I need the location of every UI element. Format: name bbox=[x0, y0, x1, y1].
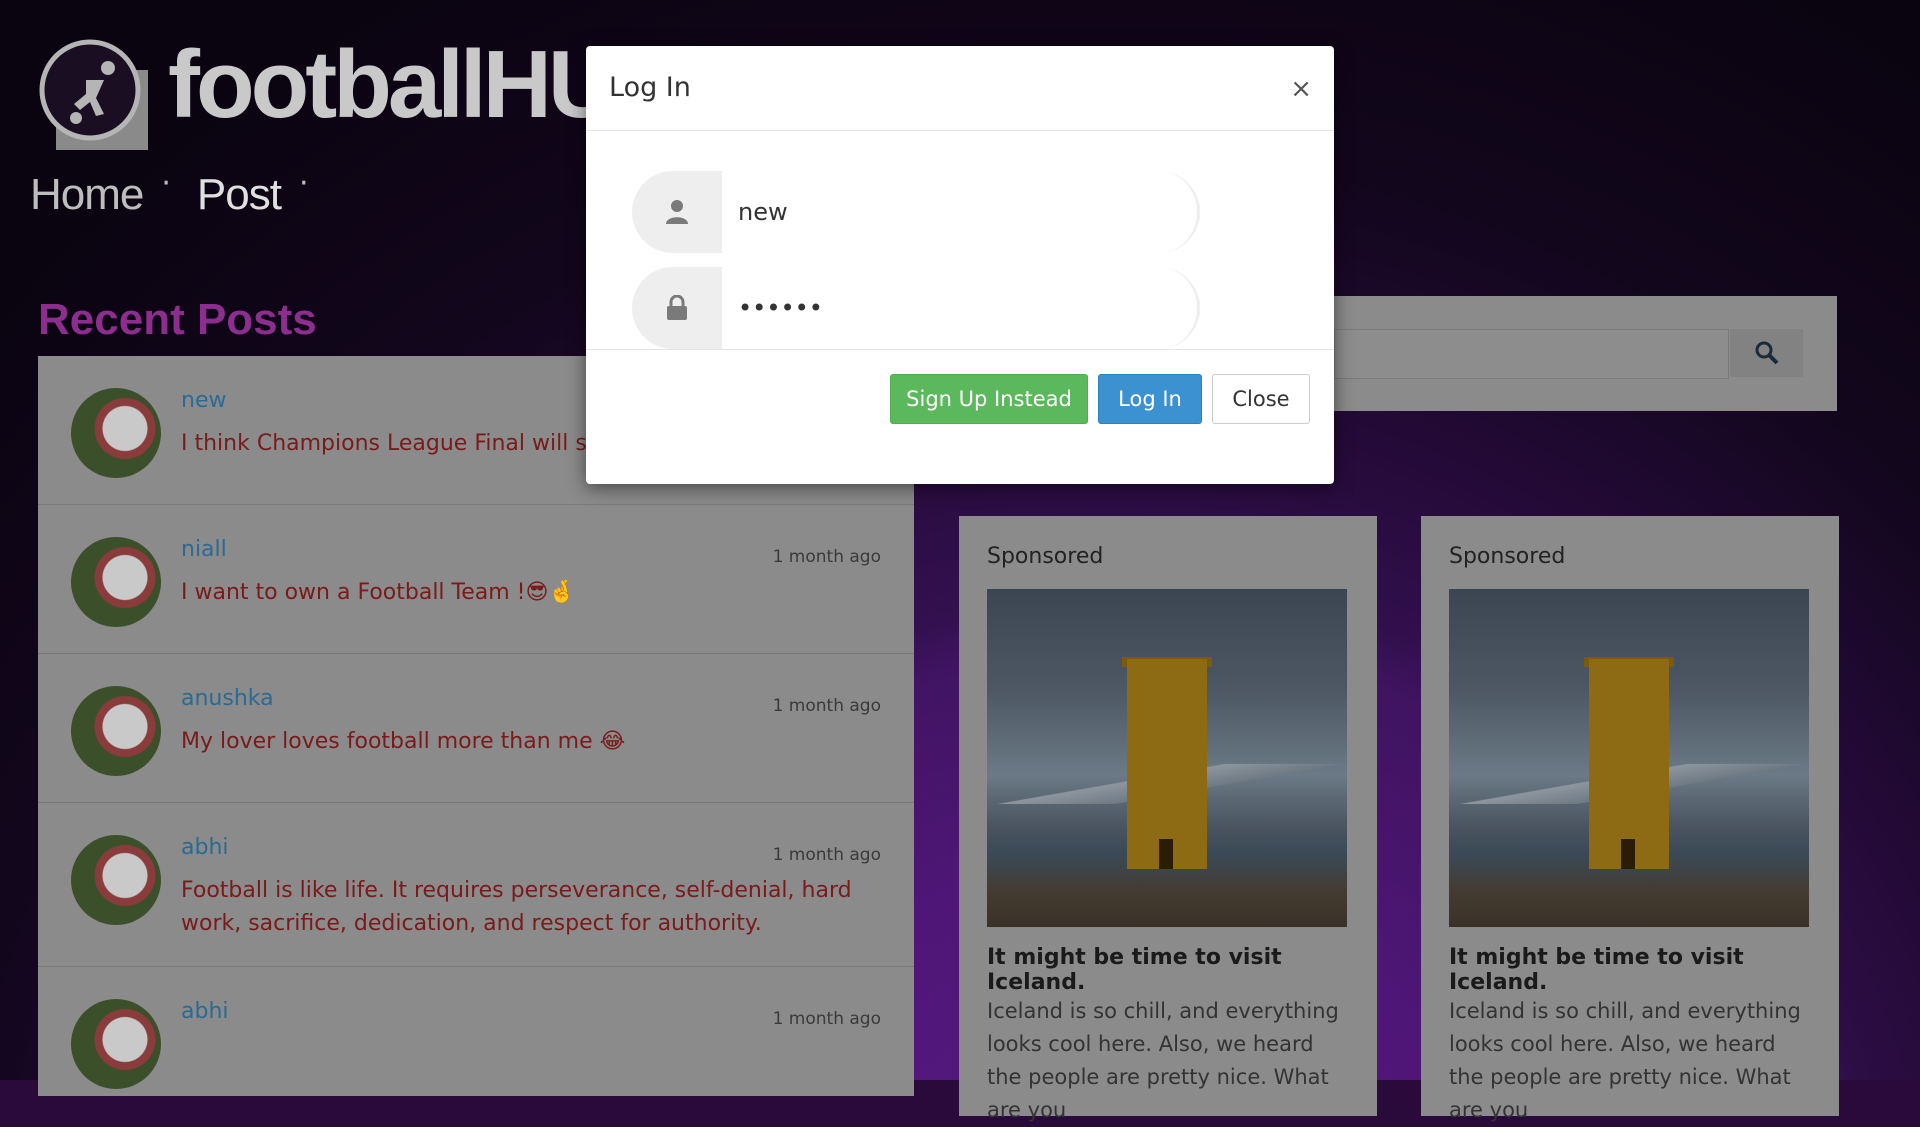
sign-up-button[interactable]: Sign Up Instead bbox=[890, 374, 1088, 424]
ad-description: Iceland is so chill, and everything look… bbox=[1449, 999, 1801, 1122]
post-time: 1 month ago bbox=[772, 696, 881, 716]
sponsored-card[interactable]: Sponsored It might be time to visit Icel… bbox=[959, 516, 1377, 1122]
nav-separator: · bbox=[298, 166, 309, 201]
post-text: I want to own a Football Team !😎🤞 bbox=[181, 580, 576, 605]
modal-title: Log In bbox=[609, 72, 691, 103]
post-text: My lover loves football more than me 😂 bbox=[181, 729, 626, 754]
main-nav: Home · Post · bbox=[30, 166, 335, 220]
nav-separator: · bbox=[161, 166, 171, 201]
login-modal: Log In × Sign Up Instead Log In bbox=[586, 46, 1334, 484]
football-player-icon bbox=[38, 38, 150, 150]
close-button[interactable]: Close bbox=[1212, 374, 1310, 424]
password-field bbox=[632, 267, 1200, 349]
post-time: 1 month ago bbox=[772, 845, 881, 865]
list-item[interactable]: abhi 1 month ago Football is like life. … bbox=[38, 803, 914, 967]
ad-headline: It might be time to visit Iceland. bbox=[1449, 945, 1744, 995]
password-input[interactable] bbox=[722, 267, 1200, 349]
post-time: 1 month ago bbox=[772, 547, 881, 567]
username-input[interactable] bbox=[722, 171, 1200, 253]
post-time: 1 month ago bbox=[772, 1009, 881, 1029]
ad-image[interactable] bbox=[987, 589, 1347, 927]
avatar bbox=[71, 999, 161, 1089]
search-input[interactable] bbox=[1334, 329, 1729, 379]
modal-header: Log In × bbox=[586, 46, 1334, 131]
search-icon bbox=[1755, 341, 1778, 365]
user-icon bbox=[632, 171, 722, 253]
ad-image[interactable] bbox=[1449, 589, 1809, 927]
ad-description: Iceland is so chill, and everything look… bbox=[987, 999, 1339, 1122]
nav-home[interactable]: Home bbox=[30, 170, 144, 220]
close-icon[interactable]: × bbox=[1290, 74, 1312, 104]
site-logo[interactable] bbox=[38, 38, 150, 150]
avatar bbox=[71, 537, 161, 627]
recent-posts-title: Recent Posts bbox=[38, 295, 317, 344]
log-in-button[interactable]: Log In bbox=[1098, 374, 1202, 424]
lock-icon bbox=[632, 267, 722, 349]
avatar bbox=[71, 835, 161, 925]
nav-post[interactable]: Post bbox=[197, 170, 282, 220]
list-item[interactable]: anushka 1 month ago My lover loves footb… bbox=[38, 654, 914, 803]
sponsored-label: Sponsored bbox=[1449, 544, 1566, 569]
post-text: Football is like life. It requires perse… bbox=[181, 878, 852, 936]
modal-footer: Sign Up Instead Log In Close bbox=[586, 350, 1334, 484]
ad-headline: It might be time to visit Iceland. bbox=[987, 945, 1282, 995]
search-button[interactable] bbox=[1730, 329, 1803, 377]
avatar bbox=[71, 686, 161, 776]
sponsored-card[interactable]: Sponsored It might be time to visit Icel… bbox=[1421, 516, 1839, 1122]
modal-body bbox=[586, 131, 1334, 350]
list-item[interactable]: niall 1 month ago I want to own a Footba… bbox=[38, 505, 914, 654]
search-panel bbox=[1334, 296, 1837, 411]
username-field bbox=[632, 171, 1200, 253]
list-item[interactable]: abhi 1 month ago bbox=[38, 967, 914, 1096]
avatar bbox=[71, 388, 161, 478]
sponsored-label: Sponsored bbox=[987, 544, 1104, 569]
